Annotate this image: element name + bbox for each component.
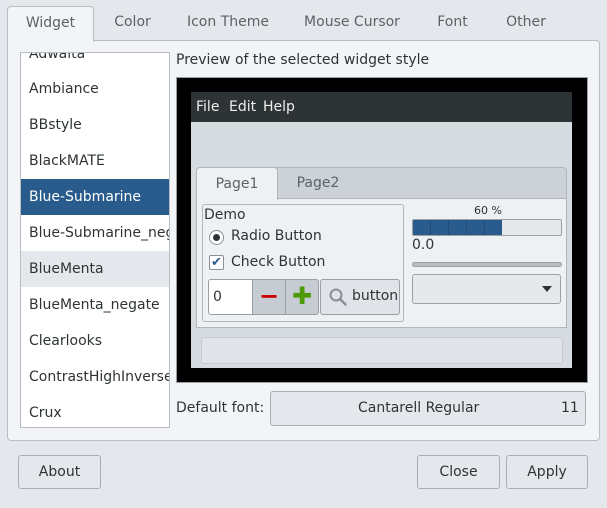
tab-widget[interactable]: Widget xyxy=(7,6,94,42)
list-item[interactable]: BBstyle xyxy=(21,107,169,143)
tab-other[interactable]: Other xyxy=(496,6,556,39)
search-icon xyxy=(329,288,347,306)
list-item[interactable]: ContrastHighInverse xyxy=(21,359,169,395)
progress-text: 60 % xyxy=(474,204,502,217)
list-item[interactable]: Clearlooks xyxy=(21,323,169,359)
check-label: Check Button xyxy=(231,254,326,270)
chevron-down-icon xyxy=(542,286,552,292)
progress-bar xyxy=(412,219,562,236)
menu-edit[interactable]: Edit xyxy=(229,92,256,122)
combo-box[interactable] xyxy=(412,274,561,304)
progress-fill xyxy=(413,220,502,235)
list-item[interactable]: Ambiance xyxy=(21,71,169,107)
minus-icon[interactable]: − xyxy=(252,279,286,315)
spin-entry[interactable]: 0 xyxy=(208,279,253,315)
list-item[interactable]: Blue-Submarine_negate xyxy=(21,215,169,251)
tab-font[interactable]: Font xyxy=(425,6,480,39)
theme-list[interactable]: Adwaita Ambiance BBstyle BlackMATE Blue-… xyxy=(20,52,170,428)
scale-value: 0.0 xyxy=(412,237,435,253)
default-font-label: Default font: xyxy=(176,400,265,416)
close-button[interactable]: Close xyxy=(417,455,500,489)
search-button-label: button xyxy=(352,288,399,304)
preview-tab-page2[interactable]: Page2 xyxy=(284,167,352,199)
menu-help[interactable]: Help xyxy=(263,92,295,122)
demo-label: Demo xyxy=(204,207,246,223)
list-item-selected[interactable]: Blue-Submarine xyxy=(21,179,169,215)
list-item[interactable]: BlackMATE xyxy=(21,143,169,179)
preview-statusbar xyxy=(201,337,563,364)
scale-slider[interactable] xyxy=(412,262,562,267)
list-item[interactable]: Adwaita xyxy=(21,53,169,72)
about-button[interactable]: About xyxy=(18,455,101,489)
list-item-hovered[interactable]: BlueMenta xyxy=(21,251,169,287)
preview-tab-page1[interactable]: Page1 xyxy=(196,167,278,200)
preview-menubar: File Edit Help xyxy=(191,92,572,122)
check-button[interactable]: ✔ xyxy=(209,255,224,270)
list-item[interactable]: BlueMenta_negate xyxy=(21,287,169,323)
tab-mouse-cursor[interactable]: Mouse Cursor xyxy=(297,6,407,39)
list-item[interactable]: Crux xyxy=(21,395,169,427)
font-name: Cantarell Regular xyxy=(358,400,480,416)
radio-label: Radio Button xyxy=(231,228,322,244)
menu-file[interactable]: File xyxy=(196,92,219,122)
tab-bar: Widget Color Icon Theme Mouse Cursor Fon… xyxy=(0,0,607,42)
font-size: 11 xyxy=(561,400,579,416)
preview-label: Preview of the selected widget style xyxy=(176,52,430,68)
tab-icon-theme[interactable]: Icon Theme xyxy=(180,6,276,39)
tab-color[interactable]: Color xyxy=(100,6,165,39)
apply-button[interactable]: Apply xyxy=(506,455,588,489)
plus-icon[interactable]: ✚ xyxy=(285,279,319,315)
radio-button[interactable] xyxy=(209,230,224,245)
